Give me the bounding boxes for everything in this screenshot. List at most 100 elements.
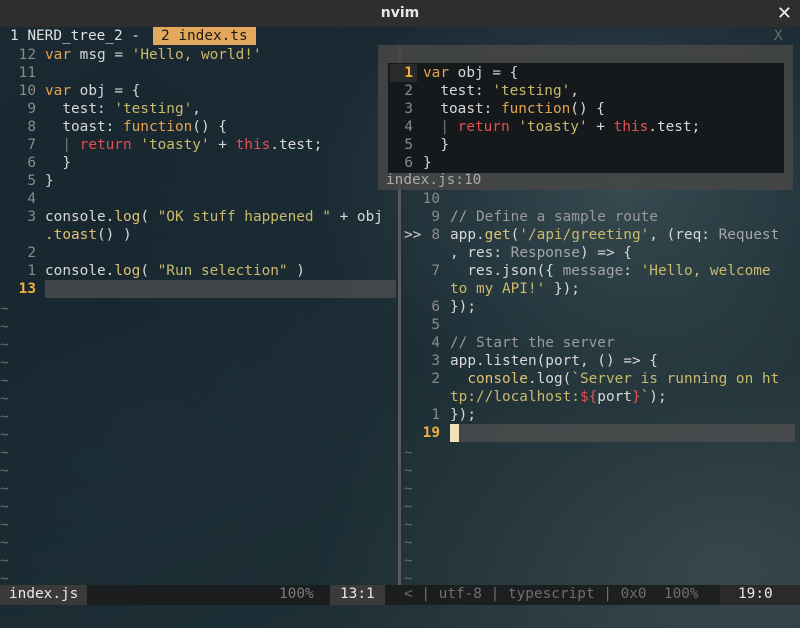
line-number — [404, 244, 440, 262]
code-line[interactable]: | return 'toasty' + this.test; — [45, 136, 322, 154]
empty-line-tilde: ~ — [404, 499, 413, 515]
code-token: () { — [192, 119, 227, 135]
code-line[interactable]: } — [45, 172, 54, 190]
code-line[interactable]: var msg = 'Hello, world!' — [45, 46, 262, 64]
preview-popup-footer: index.js:10 — [386, 172, 482, 188]
tab-close-button[interactable]: X — [774, 28, 783, 44]
code-token: ) — [287, 263, 305, 279]
code-token: to my API!' — [450, 281, 546, 297]
line-number: 11 — [18, 65, 36, 81]
code-token: "OK stuff happened " — [157, 209, 331, 225]
empty-line-tilde: ~ — [0, 391, 9, 407]
code-line[interactable]: app.get('/api/greeting', (req: Request — [450, 226, 779, 244]
code-token: .test; — [270, 137, 323, 153]
code-line[interactable]: toast: function() { — [423, 100, 605, 118]
code-token: .toast — [45, 227, 97, 243]
code-token: toast: — [45, 119, 123, 135]
line-number: 19 — [422, 425, 440, 441]
code-line[interactable]: res.json({ message: 'Hello, welcome — [450, 262, 770, 280]
code-token: 'Hello, world!' — [131, 47, 262, 63]
tab-index-ts[interactable]: 2 index.ts — [153, 27, 256, 45]
empty-line-tilde: ~ — [0, 553, 9, 569]
line-number: 8 — [431, 227, 440, 243]
code-token: test: — [45, 101, 115, 117]
code-token: + — [209, 137, 236, 153]
code-token: function — [122, 119, 193, 135]
code-token: } — [423, 137, 449, 153]
code-token: '/api/greeting' — [519, 227, 650, 243]
code-token: , — [570, 83, 579, 99]
empty-line-tilde: ~ — [404, 535, 413, 551]
code-token: } — [45, 173, 54, 189]
code-token: ); — [649, 389, 667, 405]
code-token: app. — [450, 227, 485, 243]
code-line[interactable]: } — [423, 136, 449, 154]
code-token: function — [500, 101, 571, 117]
line-number: 6 — [431, 299, 440, 315]
code-line[interactable]: app.listen(port, () => { — [450, 352, 658, 370]
code-line[interactable]: // Start the server — [450, 334, 615, 352]
line-number: 2 — [431, 371, 440, 387]
line-number: 10 — [18, 83, 36, 99]
code-line[interactable]: to my API!' }); — [450, 280, 580, 298]
empty-line-tilde: ~ — [0, 409, 9, 425]
line-number: 5 — [27, 173, 36, 189]
line-number: 3 — [27, 209, 36, 225]
code-line[interactable]: console.log( "OK stuff happened " + obj — [45, 208, 383, 226]
code-token: var — [45, 47, 71, 63]
code-token: var — [423, 65, 449, 81]
code-token: , (req: — [649, 227, 719, 243]
code-line[interactable]: }); — [450, 406, 476, 424]
code-token: console. — [45, 209, 115, 225]
line-number — [404, 280, 440, 298]
code-line[interactable]: }); — [450, 298, 476, 316]
code-line[interactable]: test: 'testing', — [423, 82, 579, 100]
empty-line-tilde: ~ — [404, 553, 413, 569]
code-token: .test; — [648, 119, 701, 135]
line-number: 1 — [27, 263, 36, 279]
empty-line-tilde: ~ — [0, 481, 9, 497]
tab-nerdtree[interactable]: 1 NERD_tree_2 - — [10, 28, 140, 44]
code-line[interactable]: toast: function() { — [45, 118, 227, 136]
code-line[interactable]: var obj = { — [423, 64, 518, 82]
statusline-file-info: < | utf-8 | typescript | 0x0 100% — [404, 586, 699, 602]
line-number: 12 — [18, 47, 36, 63]
code-token: } — [631, 389, 641, 405]
code-line[interactable]: } — [45, 154, 71, 172]
code-token: + — [587, 119, 614, 135]
code-line[interactable]: tp://localhost:${port}`); — [450, 388, 667, 406]
code-line[interactable]: // Define a sample route — [450, 208, 658, 226]
code-token: // Start the server — [450, 335, 615, 351]
tabline: 1 NERD_tree_2 - 2 index.ts X — [0, 27, 800, 45]
window-titlebar: nvim ✕ — [0, 0, 800, 27]
code-token: }); — [450, 407, 476, 423]
code-line[interactable]: var obj = { — [45, 82, 140, 100]
code-line[interactable]: } — [423, 154, 432, 172]
code-token: res.json({ — [450, 263, 563, 279]
code-line[interactable]: .toast() ) — [45, 226, 132, 244]
code-line[interactable]: | return 'toasty' + this.test; — [423, 118, 700, 136]
code-line[interactable]: console.log( "Run selection" ) — [45, 262, 305, 280]
code-token: }); — [545, 281, 580, 297]
line-number: 5 — [404, 137, 413, 153]
code-line[interactable]: test: 'testing', — [45, 100, 201, 118]
code-token: obj = { — [449, 65, 519, 81]
code-line[interactable]: console.log(`Server is running on ht — [450, 370, 779, 388]
line-number: 9 — [27, 101, 36, 117]
code-token: ) => { — [579, 245, 632, 261]
empty-line-tilde: ~ — [0, 337, 9, 353]
code-token: `Server is running on ht — [571, 371, 780, 387]
code-line[interactable]: , res: Response) => { — [450, 244, 632, 262]
line-number: 8 — [27, 119, 36, 135]
empty-line-tilde: ~ — [0, 463, 9, 479]
code-token: obj = { — [71, 83, 141, 99]
statusline-right-cursor-position: 19:0 — [720, 585, 800, 605]
code-token: ( — [140, 263, 158, 279]
line-number: 5 — [431, 317, 440, 333]
close-icon[interactable]: ✕ — [777, 3, 792, 24]
line-number — [404, 388, 440, 406]
empty-line-tilde: ~ — [0, 427, 9, 443]
current-line-highlight — [450, 424, 795, 442]
line-number: 2 — [404, 83, 413, 99]
